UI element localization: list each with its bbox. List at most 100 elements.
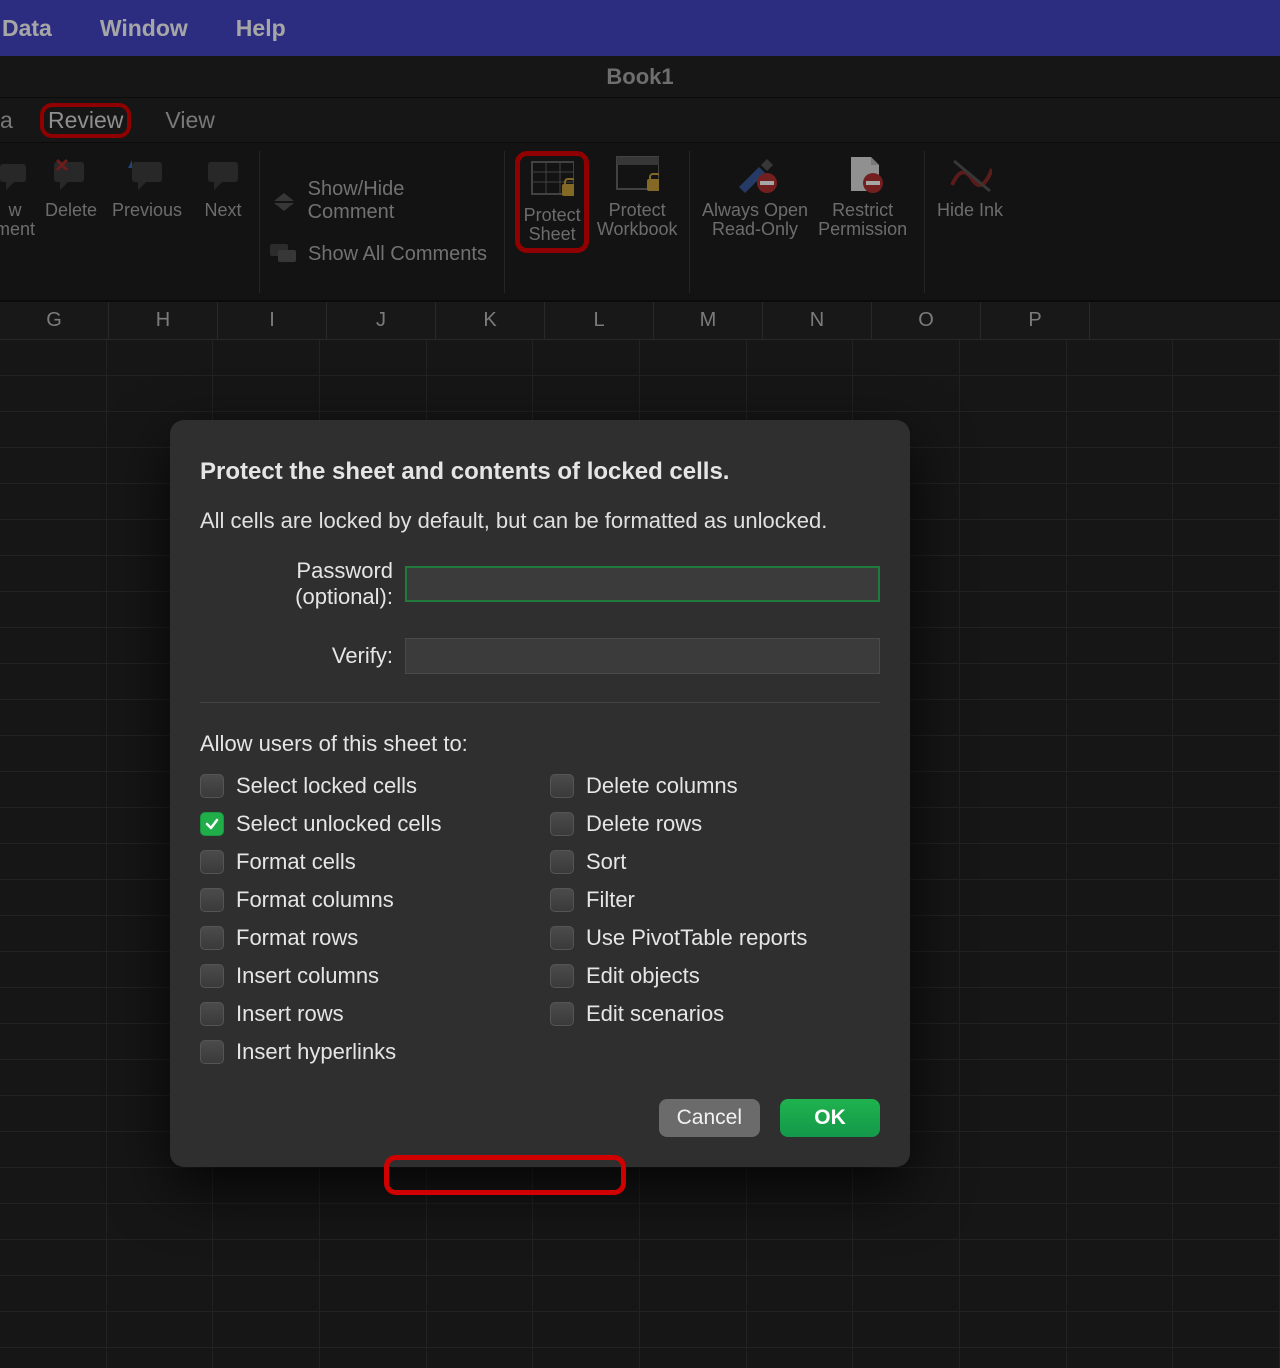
grid-cell[interactable] bbox=[747, 1204, 854, 1239]
grid-cell[interactable] bbox=[960, 628, 1067, 663]
grid-cell[interactable] bbox=[320, 376, 427, 411]
grid-cell[interactable] bbox=[0, 448, 107, 483]
grid-cell[interactable] bbox=[0, 880, 107, 915]
grid-cell[interactable] bbox=[1173, 1240, 1280, 1275]
grid-cell[interactable] bbox=[0, 520, 107, 555]
grid-cell[interactable] bbox=[427, 1312, 534, 1347]
grid-cell[interactable] bbox=[960, 700, 1067, 735]
grid-cell[interactable] bbox=[960, 844, 1067, 879]
grid-cell[interactable] bbox=[1173, 376, 1280, 411]
grid-cell[interactable] bbox=[853, 376, 960, 411]
grid-cell[interactable] bbox=[1173, 592, 1280, 627]
grid-cell[interactable] bbox=[107, 1348, 214, 1368]
grid-cell[interactable] bbox=[747, 1312, 854, 1347]
grid-cell[interactable] bbox=[1067, 952, 1174, 987]
grid-cell[interactable] bbox=[853, 1168, 960, 1203]
grid-cell[interactable] bbox=[960, 988, 1067, 1023]
grid-cell[interactable] bbox=[960, 484, 1067, 519]
col-header[interactable]: J bbox=[327, 302, 436, 339]
grid-cell[interactable] bbox=[0, 844, 107, 879]
hide-ink-button[interactable]: Hide Ink bbox=[935, 151, 1005, 224]
checkbox-box[interactable] bbox=[200, 850, 224, 874]
checkbox-use-pivottable-reports[interactable]: Use PivotTable reports bbox=[550, 923, 880, 953]
grid-cell[interactable] bbox=[747, 1348, 854, 1368]
grid-cell[interactable] bbox=[1067, 1312, 1174, 1347]
col-header[interactable]: K bbox=[436, 302, 545, 339]
col-header[interactable]: N bbox=[763, 302, 872, 339]
grid-cell[interactable] bbox=[1067, 556, 1174, 591]
checkbox-insert-columns[interactable]: Insert columns bbox=[200, 961, 530, 991]
grid-cell[interactable] bbox=[960, 772, 1067, 807]
delete-comment-button[interactable]: Delete bbox=[36, 151, 106, 224]
grid-cell[interactable] bbox=[533, 1240, 640, 1275]
menu-window[interactable]: Window bbox=[96, 15, 192, 42]
grid-cell[interactable] bbox=[960, 1132, 1067, 1167]
grid-cell[interactable] bbox=[1173, 916, 1280, 951]
grid-cell[interactable] bbox=[1067, 844, 1174, 879]
grid-cell[interactable] bbox=[320, 1276, 427, 1311]
grid-cell[interactable] bbox=[960, 520, 1067, 555]
grid-cell[interactable] bbox=[0, 1204, 107, 1239]
grid-cell[interactable] bbox=[1173, 1348, 1280, 1368]
grid-cell[interactable] bbox=[1067, 592, 1174, 627]
verify-input[interactable] bbox=[405, 638, 880, 674]
grid-cell[interactable] bbox=[1173, 340, 1280, 375]
checkbox-box[interactable] bbox=[550, 888, 574, 912]
grid-cell[interactable] bbox=[960, 1348, 1067, 1368]
grid-cell[interactable] bbox=[533, 376, 640, 411]
grid-cell[interactable] bbox=[960, 1096, 1067, 1131]
grid-cell[interactable] bbox=[960, 556, 1067, 591]
grid-cell[interactable] bbox=[640, 1240, 747, 1275]
grid-cell[interactable] bbox=[213, 1168, 320, 1203]
grid-cell[interactable] bbox=[0, 484, 107, 519]
grid-cell[interactable] bbox=[0, 808, 107, 843]
grid-cell[interactable] bbox=[533, 1276, 640, 1311]
grid-cell[interactable] bbox=[1067, 1348, 1174, 1368]
grid-cell[interactable] bbox=[1173, 1204, 1280, 1239]
grid-cell[interactable] bbox=[960, 1168, 1067, 1203]
grid-cell[interactable] bbox=[853, 1276, 960, 1311]
grid-cell[interactable] bbox=[1173, 772, 1280, 807]
grid-cell[interactable] bbox=[1067, 520, 1174, 555]
grid-cell[interactable] bbox=[213, 1276, 320, 1311]
grid-cell[interactable] bbox=[640, 1312, 747, 1347]
grid-cell[interactable] bbox=[0, 1312, 107, 1347]
grid-cell[interactable] bbox=[0, 592, 107, 627]
col-header[interactable]: G bbox=[0, 302, 109, 339]
grid-cell[interactable] bbox=[640, 1204, 747, 1239]
grid-cell[interactable] bbox=[853, 340, 960, 375]
grid-cell[interactable] bbox=[1067, 772, 1174, 807]
grid-cell[interactable] bbox=[320, 340, 427, 375]
grid-cell[interactable] bbox=[1173, 880, 1280, 915]
tab-data-partial[interactable]: a bbox=[0, 107, 10, 134]
show-hide-comment-button[interactable]: Show/Hide Comment bbox=[270, 178, 494, 224]
grid-cell[interactable] bbox=[1067, 880, 1174, 915]
tab-review[interactable]: Review bbox=[40, 103, 131, 138]
grid-cell[interactable] bbox=[1067, 1204, 1174, 1239]
checkbox-delete-rows[interactable]: Delete rows bbox=[550, 809, 880, 839]
grid-cell[interactable] bbox=[1067, 628, 1174, 663]
next-comment-button[interactable]: Next bbox=[188, 151, 258, 224]
checkbox-edit-scenarios[interactable]: Edit scenarios bbox=[550, 999, 880, 1029]
grid-cell[interactable] bbox=[853, 1348, 960, 1368]
grid-cell[interactable] bbox=[1067, 1240, 1174, 1275]
checkbox-box[interactable] bbox=[550, 926, 574, 950]
grid-cell[interactable] bbox=[1067, 988, 1174, 1023]
col-header[interactable]: L bbox=[545, 302, 654, 339]
grid-cell[interactable] bbox=[747, 1240, 854, 1275]
grid-cell[interactable] bbox=[107, 340, 214, 375]
grid-cell[interactable] bbox=[1067, 376, 1174, 411]
checkbox-box[interactable] bbox=[200, 964, 224, 988]
grid-cell[interactable] bbox=[960, 1240, 1067, 1275]
previous-comment-button[interactable]: Previous bbox=[112, 151, 182, 224]
grid-cell[interactable] bbox=[427, 1240, 534, 1275]
grid-cell[interactable] bbox=[1173, 1132, 1280, 1167]
grid-cell[interactable] bbox=[0, 628, 107, 663]
grid-cell[interactable] bbox=[1067, 412, 1174, 447]
grid-cell[interactable] bbox=[853, 1312, 960, 1347]
col-header[interactable]: P bbox=[981, 302, 1090, 339]
grid-cell[interactable] bbox=[1067, 808, 1174, 843]
grid-cell[interactable] bbox=[747, 1276, 854, 1311]
grid-cell[interactable] bbox=[1173, 1096, 1280, 1131]
grid-cell[interactable] bbox=[960, 592, 1067, 627]
